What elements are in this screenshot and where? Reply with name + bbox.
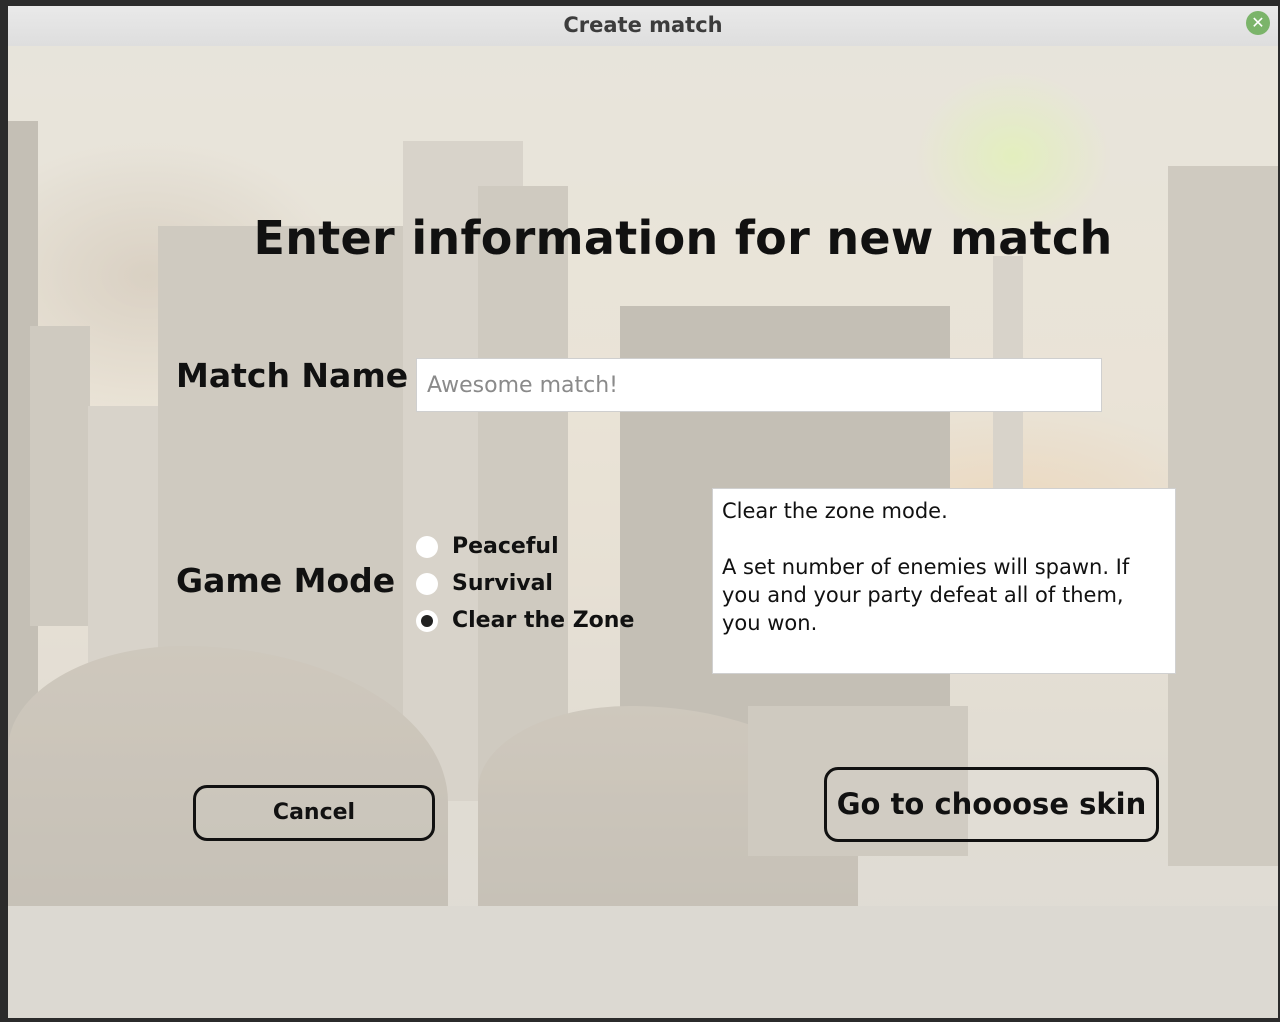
radio-button-selected[interactable] [416, 609, 438, 632]
radio-option-clear-the-zone[interactable]: Clear the Zone [416, 602, 634, 639]
close-icon[interactable]: ✕ [1246, 11, 1270, 35]
game-mode-label: Game Mode [176, 561, 396, 600]
create-match-window: Create match ✕ Enter information for new… [8, 6, 1278, 1018]
choose-skin-button[interactable]: Go to chooose skin [824, 767, 1159, 842]
radio-label: Survival [452, 571, 553, 596]
game-mode-radio-group: Peaceful Survival Clear the Zone [416, 528, 634, 639]
radio-label: Clear the Zone [452, 608, 635, 633]
cancel-button[interactable]: Cancel [193, 785, 435, 841]
window-title: Create match [563, 13, 723, 37]
title-bar[interactable]: Create match ✕ [8, 6, 1278, 47]
radio-button[interactable] [416, 572, 438, 595]
radio-option-survival[interactable]: Survival [416, 565, 634, 602]
radio-label: Peaceful [452, 534, 559, 559]
radio-button[interactable] [416, 535, 438, 558]
match-name-input[interactable] [416, 358, 1102, 412]
radio-option-peaceful[interactable]: Peaceful [416, 528, 634, 565]
match-name-label: Match Name [176, 356, 409, 395]
page-heading: Enter information for new match [253, 211, 1113, 265]
mode-description-box: Clear the zone mode. A set number of ene… [712, 488, 1176, 674]
